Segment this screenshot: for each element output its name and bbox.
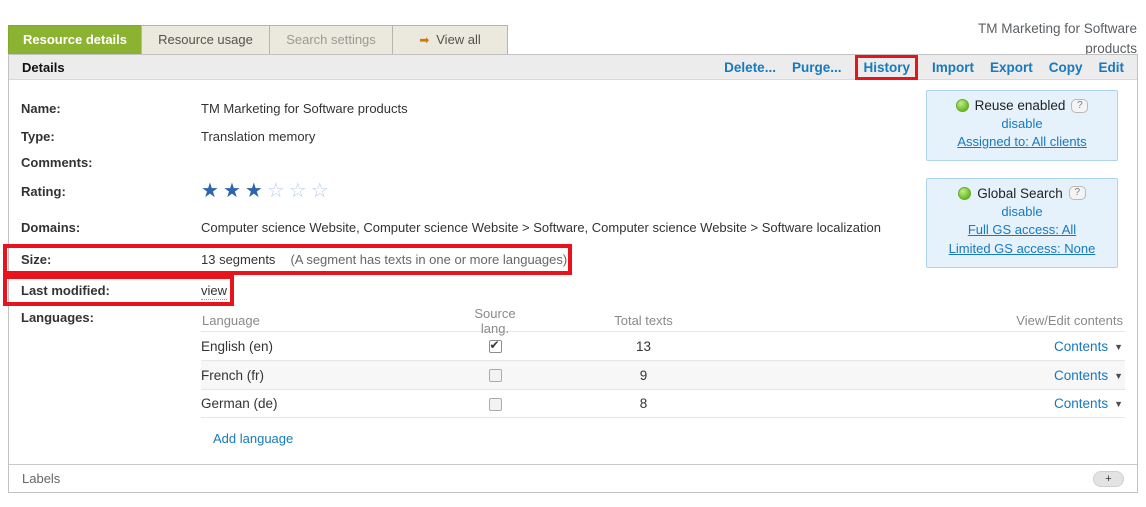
help-icon[interactable]: ? — [1069, 186, 1086, 200]
tab-resource-details[interactable]: Resource details — [8, 25, 142, 55]
field-value: Translation memory — [201, 128, 315, 145]
add-language-link[interactable]: Add language — [213, 431, 293, 446]
panel-title-text: Reuse enabled — [975, 98, 1066, 113]
star-empty-icon[interactable]: ☆ — [311, 180, 333, 202]
page-title: TM Marketing for Software products — [952, 19, 1137, 58]
language-name: German (de) — [201, 396, 459, 411]
action-export[interactable]: Export — [990, 60, 1033, 75]
tab-label: Resource details — [23, 32, 127, 47]
panel-action-disable[interactable]: disable — [931, 204, 1113, 219]
tab-resource-usage[interactable]: Resource usage — [141, 25, 270, 55]
help-icon[interactable]: ? — [1071, 99, 1088, 113]
add-label-button[interactable]: + — [1093, 471, 1124, 487]
star-filled-icon[interactable]: ★ — [245, 180, 267, 202]
column-header-source-lang: Source lang. — [459, 306, 531, 336]
field-label: Languages: — [21, 310, 201, 418]
details-actions: Delete...Purge...HistoryImportExportCopy… — [724, 60, 1124, 75]
field-label: Domains: — [21, 219, 201, 236]
field-size-highlighted: Size: 13 segments (A segment has texts i… — [3, 244, 572, 275]
tab-search-settings[interactable]: Search settings — [269, 25, 393, 55]
panel-link-limited-gs-access-none[interactable]: Limited GS access: None — [931, 240, 1113, 259]
field-label: Size: — [21, 251, 201, 268]
action-purge[interactable]: Purge... — [792, 60, 842, 75]
column-header-view-edit-contents: View/Edit contents — [756, 313, 1125, 328]
star-filled-icon[interactable]: ★ — [201, 180, 223, 202]
tab-view-all[interactable]: ➡ View all — [392, 25, 508, 55]
languages-section: Languages: Language Source lang. Total t… — [21, 310, 1125, 418]
contents-link[interactable]: Contents — [1054, 339, 1108, 354]
tab-label: Search settings — [286, 32, 376, 47]
languages-table: Language Source lang. Total texts View/E… — [201, 310, 1125, 418]
total-texts-value: 13 — [531, 339, 756, 354]
source-lang-cell — [459, 339, 531, 354]
contents-link[interactable]: Contents — [1054, 396, 1108, 411]
field-label: Name: — [21, 100, 201, 117]
chevron-down-icon[interactable]: ▼ — [1114, 342, 1123, 352]
view-edit-cell: Contents ▼ — [756, 339, 1125, 354]
field-label: Rating: — [21, 183, 201, 200]
column-header-language: Language — [201, 313, 459, 328]
total-texts-value: 9 — [531, 368, 756, 383]
action-history[interactable]: History — [855, 55, 918, 80]
panel-title: Reuse enabled? — [931, 98, 1113, 113]
tab-label: Resource usage — [158, 32, 253, 47]
column-header-total-texts: Total texts — [531, 313, 756, 328]
field-label: Type: — [21, 128, 201, 145]
total-texts-value: 8 — [531, 396, 756, 411]
action-import[interactable]: Import — [932, 60, 974, 75]
chevron-down-icon[interactable]: ▼ — [1114, 399, 1123, 409]
language-name: English (en) — [201, 339, 459, 354]
field-label: Comments: — [21, 154, 201, 171]
languages-table-header: Language Source lang. Total texts View/E… — [201, 310, 1125, 331]
field-label: Last modified: — [21, 282, 201, 299]
labels-section: Labels + — [9, 464, 1137, 492]
view-last-modified-link[interactable]: view — [201, 282, 227, 300]
languages-table-body: English (en)13Contents▼French (fr)9Conte… — [201, 331, 1125, 418]
labels-heading: Labels — [22, 471, 60, 486]
language-name: French (fr) — [201, 368, 459, 383]
view-edit-cell: Contents ▼ — [756, 396, 1125, 411]
details-header-bar: Details Delete... Purge... History Import Ex… — [9, 55, 1137, 80]
field-value: Computer science Website, Computer scien… — [201, 219, 881, 236]
source-lang-checkbox[interactable] — [489, 398, 502, 411]
tab-bar: Resource details Resource usage Search set… — [8, 25, 508, 55]
action-delete[interactable]: Delete... — [724, 60, 776, 75]
side-panels: Reuse enabled? disable Assigned to: All cl… — [926, 90, 1118, 268]
source-lang-checkbox[interactable] — [489, 340, 502, 353]
green-status-icon — [958, 187, 971, 200]
panel-link-assigned-to-all-clients[interactable]: Assigned to: All clients — [931, 133, 1113, 152]
arrow-right-icon: ➡ — [419, 33, 429, 47]
source-lang-checkbox[interactable] — [489, 369, 502, 382]
language-row-german-de: German (de) 8 Contents ▼ — [201, 389, 1125, 418]
action-edit[interactable]: Edit — [1099, 60, 1125, 75]
star-filled-icon[interactable]: ★ — [223, 180, 245, 202]
field-value: TM Marketing for Software products — [201, 100, 408, 117]
panel-global-search: Global Search? disable Full GS access: All… — [926, 178, 1118, 268]
rating-stars: ★★★☆☆☆ — [201, 183, 333, 201]
source-lang-cell — [459, 368, 531, 383]
panel-action-disable[interactable]: disable — [931, 116, 1113, 131]
field-value: 13 segments — [201, 251, 275, 268]
star-empty-icon[interactable]: ☆ — [267, 180, 289, 202]
tab-label: View all — [436, 32, 481, 47]
contents-link[interactable]: Contents — [1054, 368, 1108, 383]
language-row-english-en: English (en) 13 Contents ▼ — [201, 331, 1125, 360]
source-lang-cell — [459, 396, 531, 411]
resource-details-panel: Details Delete... Purge... History Import Ex… — [8, 54, 1138, 493]
green-status-icon — [956, 99, 969, 112]
chevron-down-icon[interactable]: ▼ — [1114, 371, 1123, 381]
panel-title-text: Global Search — [977, 186, 1063, 201]
panel-link-full-gs-access-all[interactable]: Full GS access: All — [931, 221, 1113, 240]
action-copy[interactable]: Copy — [1049, 60, 1083, 75]
view-edit-cell: Contents ▼ — [756, 368, 1125, 383]
language-row-french-fr: French (fr) 9 Contents ▼ — [201, 360, 1125, 389]
field-last-modified-highlighted: Last modified: view — [3, 275, 234, 306]
details-heading: Details — [22, 60, 65, 75]
panel-reuse-enabled: Reuse enabled? disable Assigned to: All cl… — [926, 90, 1118, 161]
star-empty-icon[interactable]: ☆ — [289, 180, 311, 202]
field-note: (A segment has texts in one or more lang… — [290, 251, 567, 268]
panel-title: Global Search? — [931, 186, 1113, 201]
